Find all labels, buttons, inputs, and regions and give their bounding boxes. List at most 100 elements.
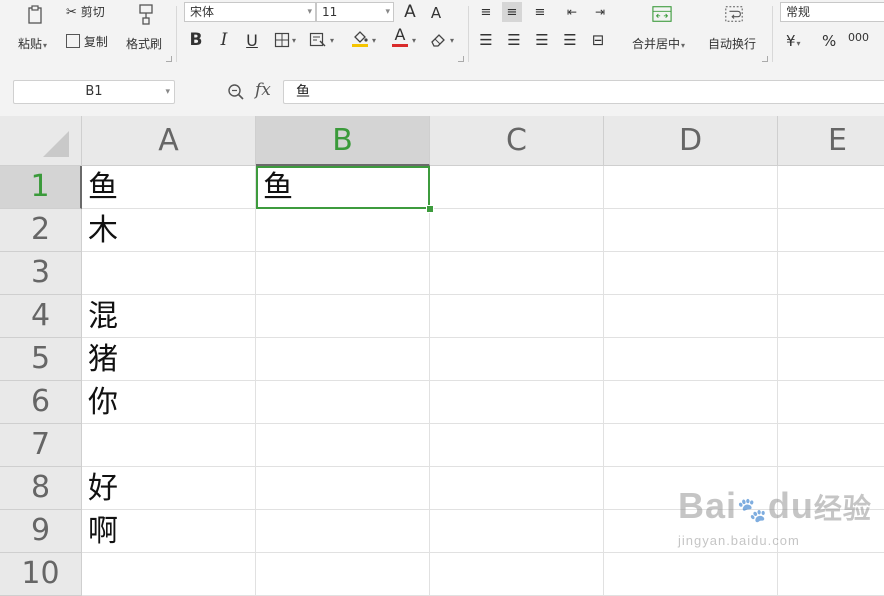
row-header-4[interactable]: 4 (0, 295, 82, 338)
cell-c1[interactable] (430, 166, 604, 209)
distributed-align-icon[interactable]: ⊟ (588, 30, 608, 50)
decrease-indent-icon[interactable]: ⇤ (562, 2, 582, 22)
cell-a2[interactable]: 木 (82, 209, 256, 252)
borders-dropdown-icon[interactable]: ▾ (292, 36, 296, 45)
paste-icon[interactable] (25, 4, 47, 26)
cell-a4[interactable]: 混 (82, 295, 256, 338)
cell-a6[interactable]: 你 (82, 381, 256, 424)
cell-a5[interactable]: 猪 (82, 338, 256, 381)
cell-c9[interactable] (430, 510, 604, 553)
cell-b6[interactable] (256, 381, 430, 424)
cell-a10[interactable] (82, 553, 256, 596)
align-top-icon[interactable]: ≡ (476, 2, 496, 22)
alignment-group-launcher[interactable] (762, 56, 768, 62)
cell-c5[interactable] (430, 338, 604, 381)
cell-e10[interactable] (778, 553, 884, 596)
cell-d7[interactable] (604, 424, 778, 467)
font-color-dropdown-icon[interactable]: ▾ (412, 36, 416, 45)
row-header-6[interactable]: 6 (0, 381, 82, 424)
select-all-corner[interactable] (0, 116, 82, 166)
cell-d10[interactable] (604, 553, 778, 596)
cell-e5[interactable] (778, 338, 884, 381)
name-box-dropdown-icon[interactable]: ▾ (165, 81, 170, 103)
format-painter-icon[interactable] (136, 4, 156, 25)
font-name-select[interactable]: 宋体 ▾ (184, 2, 316, 22)
copy-button[interactable]: 复制 (66, 33, 108, 50)
cell-b8[interactable] (256, 467, 430, 510)
row-header-7[interactable]: 7 (0, 424, 82, 467)
align-bottom-icon[interactable]: ≡ (530, 2, 550, 22)
cell-d3[interactable] (604, 252, 778, 295)
column-header-c[interactable]: C (430, 116, 604, 166)
row-header-1[interactable]: 1 (0, 166, 82, 209)
font-name-dropdown-icon[interactable]: ▾ (307, 3, 312, 21)
clipboard-group-launcher[interactable] (166, 56, 172, 62)
italic-button[interactable]: I (214, 30, 234, 50)
increase-font-size-icon[interactable]: A (400, 2, 420, 22)
cell-c2[interactable] (430, 209, 604, 252)
row-header-3[interactable]: 3 (0, 252, 82, 295)
row-header-9[interactable]: 9 (0, 510, 82, 553)
cell-e3[interactable] (778, 252, 884, 295)
column-header-a[interactable]: A (82, 116, 256, 166)
row-header-10[interactable]: 10 (0, 553, 82, 596)
underline-button[interactable]: U (242, 30, 262, 50)
cell-e1[interactable] (778, 166, 884, 209)
align-center-icon[interactable]: ☰ (504, 30, 524, 50)
cell-e4[interactable] (778, 295, 884, 338)
row-header-5[interactable]: 5 (0, 338, 82, 381)
cell-c3[interactable] (430, 252, 604, 295)
cell-c7[interactable] (430, 424, 604, 467)
cell-c6[interactable] (430, 381, 604, 424)
cell-d5[interactable] (604, 338, 778, 381)
currency-dropdown-icon[interactable]: ▾ (797, 39, 801, 48)
row-header-8[interactable]: 8 (0, 467, 82, 510)
align-middle-icon[interactable]: ≡ (502, 2, 522, 22)
increase-indent-icon[interactable]: ⇥ (590, 2, 610, 22)
font-size-select[interactable]: 11 ▾ (316, 2, 394, 22)
cell-d2[interactable] (604, 209, 778, 252)
cell-b4[interactable] (256, 295, 430, 338)
currency-button[interactable]: ¥▾ (786, 32, 801, 50)
cell-e6[interactable] (778, 381, 884, 424)
percent-button[interactable]: % (822, 32, 836, 50)
column-header-e[interactable]: E (778, 116, 884, 166)
row-header-2[interactable]: 2 (0, 209, 82, 252)
format-painter-button[interactable]: 格式刷 (126, 35, 162, 52)
font-color-icon[interactable]: A (390, 27, 410, 47)
cell-d1[interactable] (604, 166, 778, 209)
merge-center-button[interactable]: 合并居中▾ (632, 35, 685, 52)
cell-a7[interactable] (82, 424, 256, 467)
eraser-dropdown-icon[interactable]: ▾ (450, 36, 454, 45)
zoom-search-icon[interactable] (226, 82, 246, 102)
cell-a1[interactable]: 鱼 (82, 166, 256, 209)
merge-center-dropdown-icon[interactable]: ▾ (681, 41, 685, 50)
insert-function-button[interactable]: fx (255, 80, 271, 100)
align-left-icon[interactable]: ☰ (476, 30, 496, 50)
cell-b10[interactable] (256, 553, 430, 596)
justify-icon[interactable]: ☰ (560, 30, 580, 50)
column-header-d[interactable]: D (604, 116, 778, 166)
wrap-text-icon[interactable] (724, 4, 744, 24)
font-group-launcher[interactable] (458, 56, 464, 62)
paste-dropdown-icon[interactable]: ▾ (43, 41, 47, 50)
cell-b2[interactable] (256, 209, 430, 252)
cell-b9[interactable] (256, 510, 430, 553)
bold-button[interactable]: B (186, 30, 206, 50)
cell-b5[interactable] (256, 338, 430, 381)
fill-handle[interactable] (426, 205, 434, 213)
decrease-font-size-icon[interactable]: A (426, 3, 446, 23)
cell-c10[interactable] (430, 553, 604, 596)
cell-b1[interactable]: 鱼 (256, 166, 430, 209)
cell-a3[interactable] (82, 252, 256, 295)
cell-e7[interactable] (778, 424, 884, 467)
cell-e2[interactable] (778, 209, 884, 252)
cut-button[interactable]: ✂ 剪切 (66, 3, 105, 20)
cell-a8[interactable]: 好 (82, 467, 256, 510)
align-right-icon[interactable]: ☰ (532, 30, 552, 50)
font-size-dropdown-icon[interactable]: ▾ (385, 3, 390, 21)
paste-button[interactable]: 粘贴▾ (18, 35, 47, 52)
cell-d4[interactable] (604, 295, 778, 338)
number-format-select[interactable]: 常规 (780, 2, 884, 22)
fill-color-dropdown-icon[interactable]: ▾ (372, 36, 376, 45)
